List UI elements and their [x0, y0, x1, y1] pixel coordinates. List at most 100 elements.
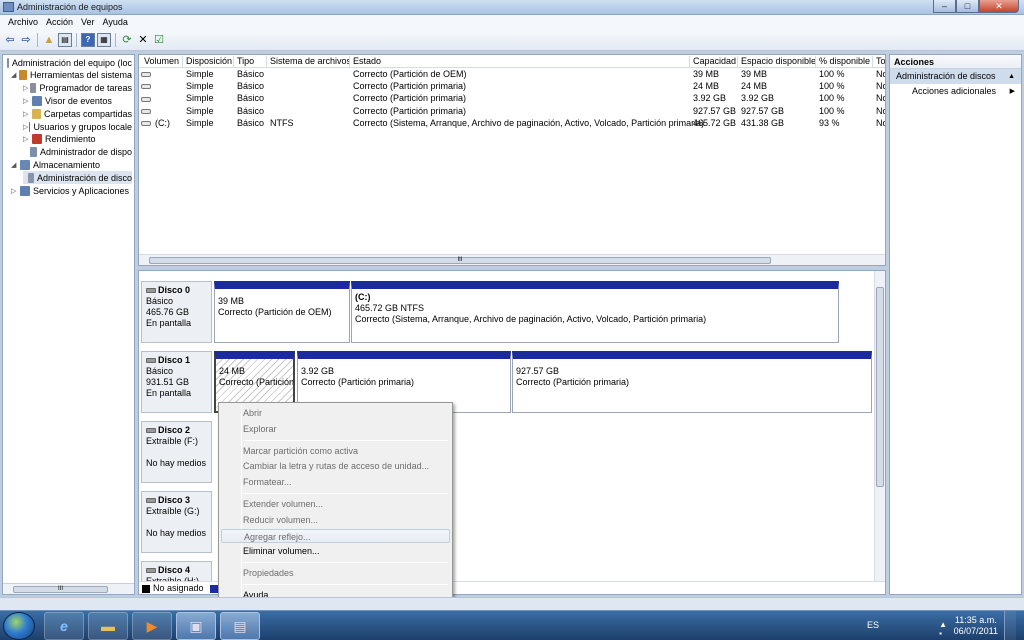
- column-header-tipo[interactable]: Tipo: [234, 56, 267, 68]
- computer-icon: [7, 57, 9, 68]
- actions-section-disk-management[interactable]: Administración de discos ▲: [890, 69, 1021, 84]
- cell-cap: 465.72 GB: [693, 117, 737, 128]
- collapse-arrow-icon[interactable]: ▲: [1008, 69, 1015, 84]
- clock[interactable]: 11:35 a.m. 06/07/2011: [954, 615, 998, 637]
- show-hide-tree-icon[interactable]: ▤: [58, 33, 72, 47]
- context-menu-item[interactable]: Agregar reflejo...: [221, 528, 450, 543]
- expand-arrow-icon[interactable]: ▷: [23, 97, 31, 105]
- disk-3-label[interactable]: Disco 3 Extraíble (G:) No hay medios: [141, 491, 212, 553]
- table-row[interactable]: Simple Básico Correcto (Partición de OEM) 3…: [139, 68, 885, 80]
- maximize-button[interactable]: □: [956, 0, 979, 13]
- minimize-button[interactable]: –: [933, 0, 956, 13]
- help-icon[interactable]: ?: [81, 33, 95, 47]
- show-desktop-button[interactable]: [1004, 611, 1016, 640]
- expand-arrow-icon[interactable]: ▷: [23, 110, 31, 118]
- cell-volumen-wrap: (C:): [141, 117, 170, 129]
- tree-item[interactable]: Administración de disco: [23, 171, 132, 185]
- tree-item[interactable]: ▷ Carpetas compartidas: [23, 107, 132, 120]
- expand-arrow-icon[interactable]: ▷: [11, 187, 19, 195]
- column-header-sistema-archivos[interactable]: Sistema de archivos: [267, 56, 350, 68]
- check-icon[interactable]: ☑: [152, 33, 166, 47]
- column-header-espacio-disponible[interactable]: Espacio disponible: [738, 56, 816, 68]
- forward-arrow-icon[interactable]: ⇨: [19, 33, 33, 47]
- disk-view-vertical-scrollbar[interactable]: [874, 271, 885, 581]
- tree-item[interactable]: ▷ Programador de tareas: [23, 82, 132, 95]
- expand-arrow-icon[interactable]: ▷: [23, 84, 29, 92]
- table-row[interactable]: Simple Básico Correcto (Partición primaria…: [139, 92, 885, 104]
- cell-cap: 3.92 GB: [693, 93, 727, 104]
- cell-disp: Simple: [186, 69, 214, 79]
- cell-volumen-wrap: [141, 68, 155, 80]
- volume-list-horizontal-scrollbar[interactable]: III: [139, 254, 885, 265]
- tree-item[interactable]: ▷ Servicios y Aplicaciones: [11, 184, 132, 197]
- scrollbar-thumb[interactable]: III: [13, 586, 108, 593]
- context-menu-item[interactable]: Formatear...: [221, 475, 450, 489]
- disk-2-label[interactable]: Disco 2 Extraíble (F:) No hay medios: [141, 421, 212, 483]
- disk-state: En pantalla: [146, 318, 192, 328]
- scrollbar-thumb[interactable]: III: [149, 257, 771, 264]
- computer-management-taskbar-icon[interactable]: ▣: [176, 612, 216, 640]
- tree-item[interactable]: ▷ Rendimiento: [23, 133, 132, 146]
- disk-1-label[interactable]: Disco 1 Básico 931.51 GB En pantalla: [141, 351, 212, 413]
- context-menu-item[interactable]: Abrir: [221, 406, 450, 420]
- scrollbar-thumb[interactable]: [876, 287, 884, 487]
- close-button[interactable]: ✕: [979, 0, 1019, 13]
- tree-horizontal-scrollbar[interactable]: III: [3, 583, 134, 594]
- partition-size: 465.72 GB NTFS: [355, 303, 425, 313]
- expanded-arrow-icon[interactable]: ◢: [11, 161, 19, 169]
- expanded-arrow-icon[interactable]: ◢: [11, 71, 18, 79]
- start-button[interactable]: [3, 612, 35, 640]
- network-taskbar-icon[interactable]: ▤: [220, 612, 260, 640]
- cell-estado: Correcto (Sistema, Arranque, Archivo de …: [353, 117, 705, 128]
- expand-arrow-icon[interactable]: ▷: [23, 135, 31, 143]
- media-player-icon[interactable]: ▶: [132, 612, 172, 640]
- partition-c[interactable]: (C:) 465.72 GB NTFS Correcto (Sistema, A…: [351, 281, 839, 343]
- column-header-disposicion[interactable]: Disposición: [183, 56, 234, 68]
- cell-libre: 39 MB: [741, 69, 768, 79]
- column-header-porcentaje[interactable]: % disponible: [816, 56, 873, 68]
- tree-item[interactable]: Administrador de dispo: [23, 146, 132, 159]
- menu-accion[interactable]: Acción: [42, 15, 77, 30]
- tree-item[interactable]: ◢ Almacenamiento: [11, 158, 132, 171]
- disk-type: Extraíble (F:): [146, 436, 199, 446]
- removable-disk-icon: [146, 428, 156, 434]
- file-explorer-icon[interactable]: ▬: [88, 612, 128, 640]
- context-menu-item[interactable]: Cambiar la letra y rutas de acceso de un…: [221, 459, 450, 473]
- menu-ayuda[interactable]: Ayuda: [99, 15, 132, 30]
- tree-item[interactable]: ◢ Herramientas del sistema: [11, 69, 132, 82]
- language-indicator[interactable]: ES: [867, 620, 879, 630]
- context-menu-item[interactable]: Eliminar volumen...: [221, 544, 450, 558]
- tree-item[interactable]: ▷ Usuarios y grupos locale: [23, 120, 132, 133]
- table-row[interactable]: (C:) Simple Básico NTFS Correcto (Sistema, A…: [139, 117, 885, 129]
- event-viewer-icon: [32, 95, 42, 106]
- up-folder-icon[interactable]: ▲: [42, 33, 56, 47]
- context-menu-item[interactable]: Extender volumen...: [221, 497, 450, 511]
- column-header-capacidad[interactable]: Capacidad: [690, 56, 738, 68]
- title-bar: Administración de equipos – □ ✕: [0, 0, 1024, 15]
- removable-disk-icon: [146, 568, 156, 574]
- expand-arrow-icon[interactable]: ▷: [23, 123, 28, 131]
- column-header-volumen[interactable]: Volumen: [141, 56, 183, 68]
- delete-icon[interactable]: ✕: [136, 33, 150, 47]
- back-arrow-icon[interactable]: ⇦: [3, 33, 17, 47]
- menu-ver[interactable]: Ver: [77, 15, 99, 30]
- tree-item[interactable]: ▷ Visor de eventos: [23, 94, 132, 107]
- properties-icon[interactable]: ▦: [97, 33, 111, 47]
- disk-0-label[interactable]: Disco 0 Básico 465.76 GB En pantalla: [141, 281, 212, 343]
- table-row[interactable]: Simple Básico Correcto (Partición primaria…: [139, 105, 885, 117]
- refresh-icon[interactable]: ⟳: [120, 33, 134, 47]
- menu-archivo[interactable]: Archivo: [4, 15, 42, 30]
- tray-icons[interactable]: ▲ ▪ ▫ ◀: [939, 620, 950, 640]
- context-menu-item[interactable]: Reducir volumen...: [221, 513, 450, 527]
- tree-item[interactable]: Administración del equipo (loc: [5, 56, 132, 69]
- partition-oem[interactable]: 39 MB Correcto (Partición de OEM): [214, 281, 350, 343]
- context-menu-item[interactable]: Explorar: [221, 422, 450, 436]
- internet-explorer-icon[interactable]: e: [44, 612, 84, 640]
- column-header-estado[interactable]: Estado: [350, 56, 690, 68]
- partition-927gb[interactable]: 927.57 GB Correcto (Partición primaria): [512, 351, 872, 413]
- more-actions-item[interactable]: Acciones adicionales ▶: [890, 84, 1021, 99]
- context-menu-item[interactable]: Propiedades: [221, 566, 450, 580]
- context-menu-item[interactable]: Marcar partición como activa: [221, 444, 450, 458]
- table-row[interactable]: Simple Básico Correcto (Partición primaria…: [139, 80, 885, 92]
- column-header-to[interactable]: To: [873, 56, 885, 68]
